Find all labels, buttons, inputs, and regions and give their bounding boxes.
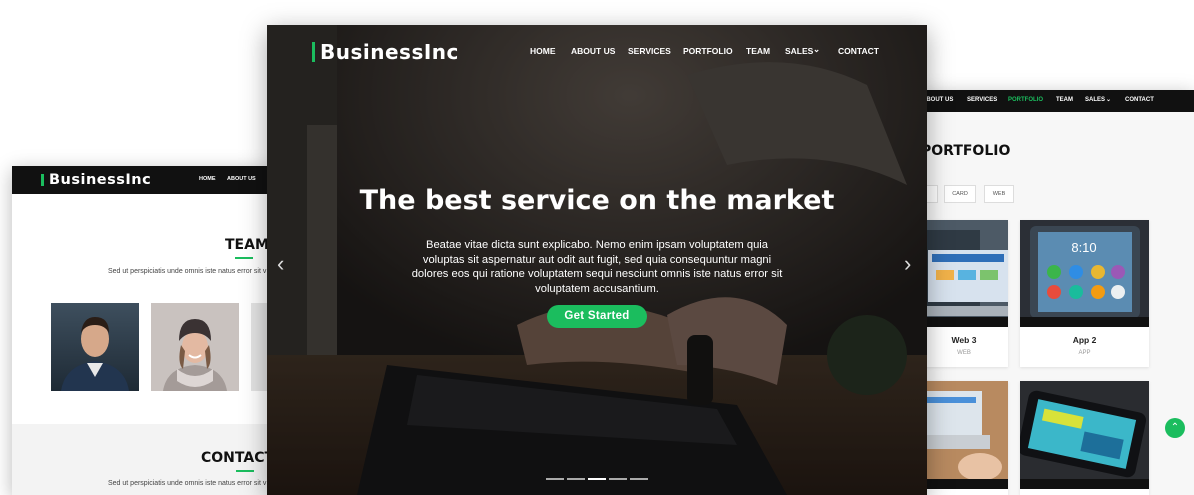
nav-contact[interactable]: CONTACT <box>1125 97 1154 103</box>
team-lead-text: Sed ut perspiciatis unde omnis iste natu… <box>108 268 267 275</box>
nav-home[interactable]: HOME <box>530 46 556 56</box>
carousel-prev-arrow-icon[interactable]: ‹ <box>277 253 284 275</box>
team-title: TEAM <box>225 237 269 253</box>
contact-section: CONTACT Sed ut perspiciatis unde omnis i… <box>12 424 274 495</box>
scroll-to-top-button[interactable]: ⌃ <box>1165 418 1185 438</box>
svg-text:8:10: 8:10 <box>1071 240 1096 255</box>
carousel-indicator-active[interactable] <box>588 478 606 480</box>
nav-services[interactable]: SERVICES <box>628 46 671 56</box>
get-started-button[interactable]: Get Started <box>547 305 647 328</box>
portfolio-card-4[interactable] <box>1020 381 1149 495</box>
filter-card[interactable]: CARD <box>944 185 976 203</box>
hero-page-window: BusinessInc HOME ABOUT US SERVICES PORTF… <box>267 25 927 495</box>
contact-lead-text: Sed ut perspiciatis unde omnis iste natu… <box>108 480 267 487</box>
carousel-indicator[interactable] <box>630 478 648 480</box>
title-underline <box>235 257 253 259</box>
portfolio-image <box>1020 381 1149 489</box>
navbar: BusinessInc HOME ABOUT US <box>12 166 274 194</box>
contact-title-underline <box>236 470 254 472</box>
nav-services[interactable]: SERVICES <box>967 97 997 103</box>
nav-sales[interactable]: SALES <box>1085 97 1105 103</box>
card-category: WEB <box>957 350 971 356</box>
chevron-down-icon[interactable]: ⌄ <box>813 44 820 55</box>
carousel-indicator[interactable] <box>567 478 585 480</box>
nav-contact[interactable]: CONTACT <box>838 46 879 56</box>
team-contact-page-window: BusinessInc HOME ABOUT US TEAM Sed ut pe… <box>12 166 274 495</box>
portfolio-page-window: ABOUT US SERVICES PORTFOLIO TEAM SALES ⌄… <box>920 90 1194 495</box>
contact-title: CONTACT <box>201 450 274 466</box>
carousel-indicator[interactable] <box>546 478 564 480</box>
filter-web[interactable]: WEB <box>984 185 1014 203</box>
portfolio-image <box>920 381 1008 489</box>
carousel-next-arrow-icon[interactable]: › <box>904 253 911 275</box>
card-title: App 2 <box>1072 335 1097 345</box>
portfolio-title: PORTFOLIO <box>921 143 1011 159</box>
team-member-photo-2 <box>151 303 239 391</box>
nav-sales[interactable]: SALES <box>785 46 813 56</box>
nav-team[interactable]: TEAM <box>1056 97 1073 103</box>
brand-logo[interactable]: BusinessInc <box>312 40 459 64</box>
nav-team[interactable]: TEAM <box>746 46 770 56</box>
card-category: APP <box>1078 350 1091 356</box>
portfolio-image <box>920 220 1008 327</box>
portfolio-card-3[interactable] <box>920 381 1008 495</box>
nav-portfolio[interactable]: PORTFOLIO <box>1008 97 1043 103</box>
brand-logo[interactable]: BusinessInc <box>40 172 151 188</box>
portfolio-card-app-2[interactable]: 8:10 App 2 APP <box>1020 220 1149 367</box>
carousel-indicator[interactable] <box>609 478 627 480</box>
nav-about-us[interactable]: ABOUT US <box>227 176 256 182</box>
hero-description: Beatae vitae dicta sunt explicabo. Nemo … <box>411 239 783 295</box>
portfolio-card-web-3[interactable]: Web 3 WEB <box>920 220 1008 367</box>
card-title: Web 3 <box>951 335 977 345</box>
chevron-down-icon[interactable]: ⌄ <box>1106 96 1111 103</box>
nav-home[interactable]: HOME <box>199 176 216 182</box>
team-member-photo-1 <box>51 303 139 391</box>
hero-title: The best service on the market <box>359 185 835 216</box>
portfolio-image: 8:10 <box>1020 220 1149 327</box>
navbar: ABOUT US SERVICES PORTFOLIO TEAM SALES ⌄… <box>920 90 1194 112</box>
nav-about-us[interactable]: ABOUT US <box>571 46 615 56</box>
nav-portfolio[interactable]: PORTFOLIO <box>683 46 733 56</box>
chevron-up-icon: ⌃ <box>1170 422 1180 433</box>
